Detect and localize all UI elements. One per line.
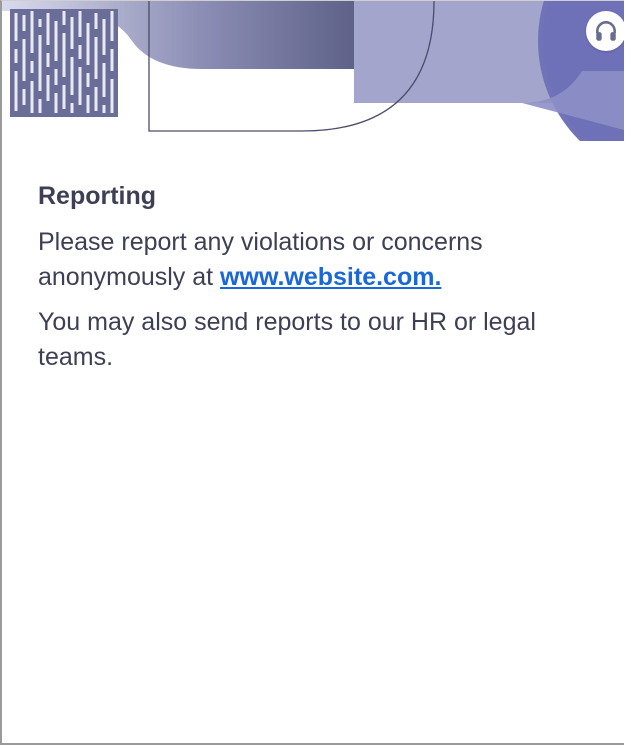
support-button[interactable] xyxy=(586,11,624,51)
reporting-section: Reporting Please report any violations o… xyxy=(38,181,598,385)
section-heading: Reporting xyxy=(38,182,157,210)
hr-paragraph: You may also send reports to our HR or l… xyxy=(38,308,536,371)
header-decoration xyxy=(2,1,624,141)
headphones-icon xyxy=(596,21,616,41)
pattern-tile xyxy=(10,9,118,117)
website-link[interactable]: www.website.com. xyxy=(220,263,441,291)
report-paragraph: Please report any violations or concerns… xyxy=(38,225,598,295)
card: Reporting Please report any violations o… xyxy=(0,0,624,745)
